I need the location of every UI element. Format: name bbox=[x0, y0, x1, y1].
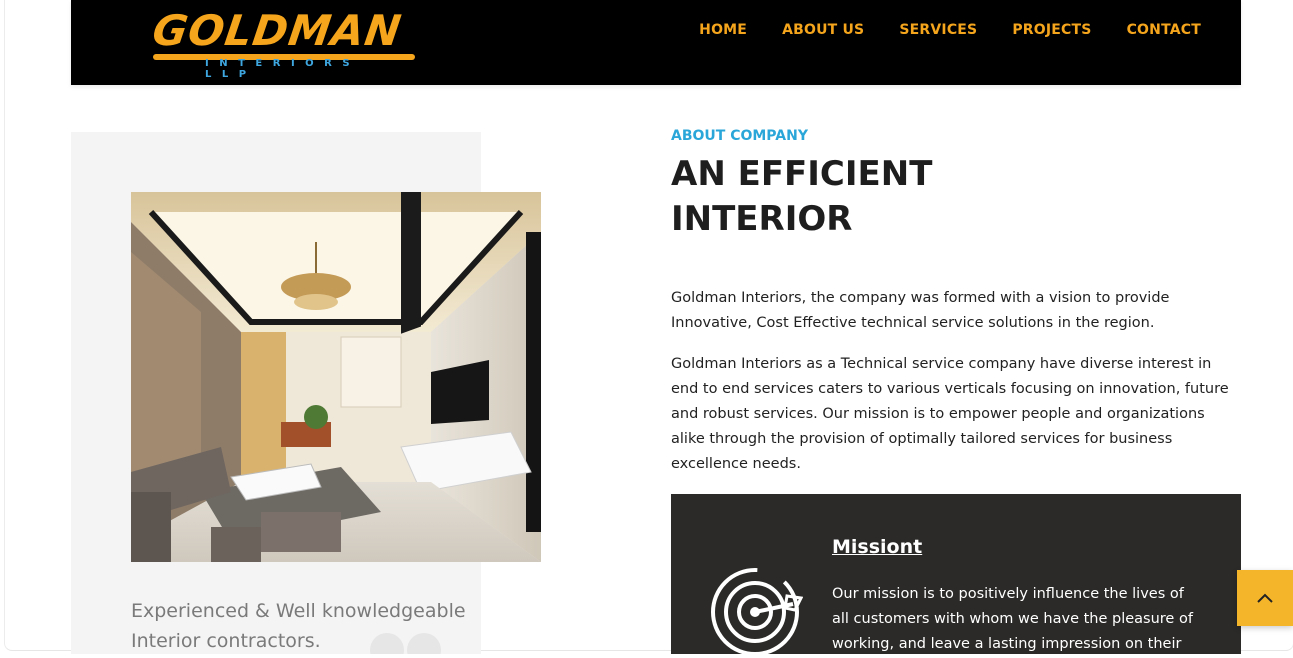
about-paragraph-1: Goldman Interiors, the company was forme… bbox=[671, 290, 1170, 331]
main-nav: HOME ABOUT US SERVICES PROJECTS CONTACT bbox=[699, 22, 1201, 38]
about-paragraph-2: Goldman Interiors as a Technical service… bbox=[671, 356, 1229, 472]
target-icon bbox=[711, 568, 803, 656]
nav-about-us[interactable]: ABOUT US bbox=[782, 22, 864, 38]
logo[interactable]: GOLDMAN INTERIORS LLP bbox=[149, 6, 419, 80]
quote-icon bbox=[370, 633, 441, 654]
nav-projects[interactable]: PROJECTS bbox=[1012, 22, 1091, 38]
chevron-up-icon bbox=[1257, 593, 1273, 603]
scroll-to-top-button[interactable] bbox=[1237, 570, 1293, 626]
nav-services[interactable]: SERVICES bbox=[899, 22, 977, 38]
interior-photo bbox=[131, 192, 541, 562]
mission-text: Our mission is to positively influence t… bbox=[832, 586, 1193, 652]
site-header: GOLDMAN INTERIORS LLP HOME ABOUT US SERV… bbox=[71, 0, 1241, 85]
logo-wordmark: GOLDMAN bbox=[149, 6, 405, 55]
logo-subtitle: INTERIORS LLP bbox=[205, 58, 361, 80]
section-eyebrow: ABOUT COMPANY bbox=[671, 128, 808, 144]
mission-title: Missiont bbox=[832, 536, 923, 558]
headline-line-2: INTERIOR bbox=[671, 199, 853, 239]
nav-contact[interactable]: CONTACT bbox=[1127, 22, 1201, 38]
mission-card: Missiont Our mission is to positively in… bbox=[671, 494, 1241, 656]
section-headline: AN EFFICIENT INTERIOR bbox=[671, 152, 991, 242]
headline-line-1: AN EFFICIENT bbox=[671, 154, 933, 194]
nav-home[interactable]: HOME bbox=[699, 22, 747, 38]
